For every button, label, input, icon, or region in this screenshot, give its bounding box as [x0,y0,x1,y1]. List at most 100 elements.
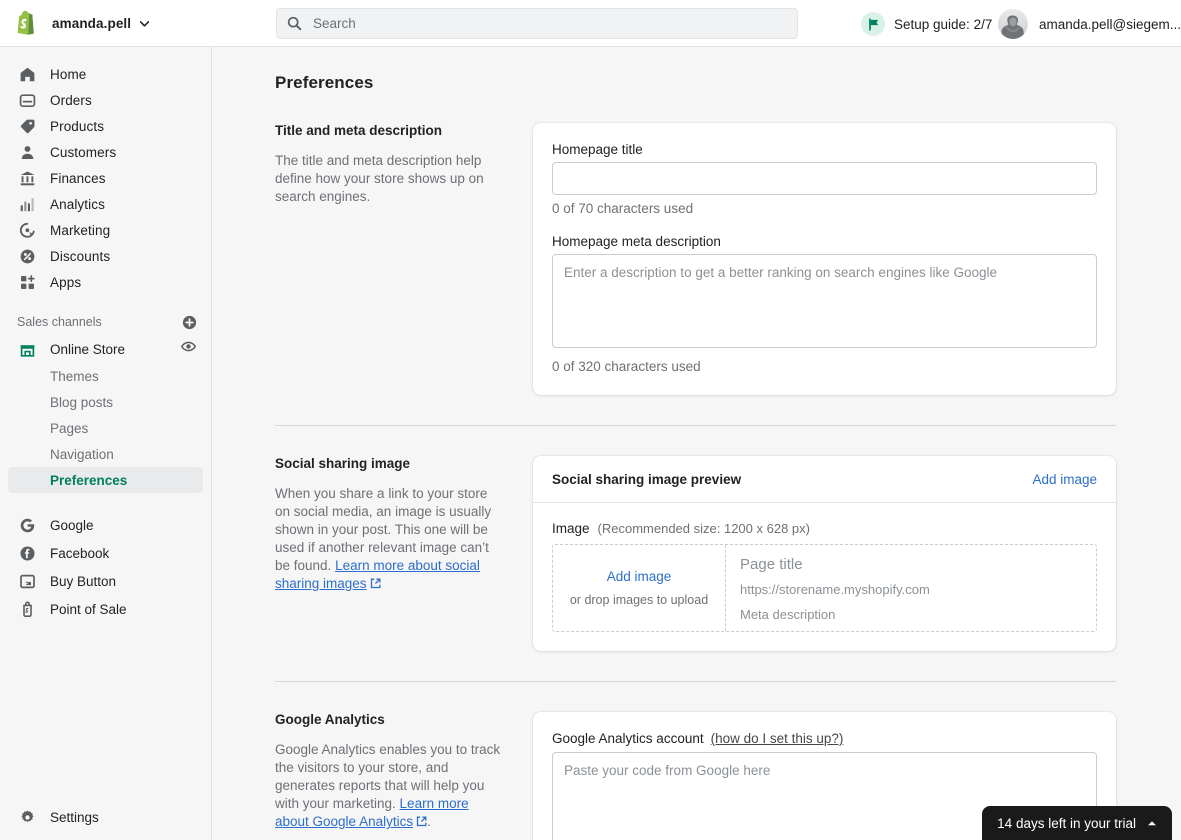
settings-label: Settings [50,809,99,825]
section-description: The title and meta description help defi… [275,153,484,204]
setup-guide-button[interactable]: Setup guide: 2/7 [853,9,1000,39]
customer-person-icon [17,142,37,162]
external-link-icon [370,576,381,594]
image-label-row: Image (Recommended size: 1200 x 628 px) [533,503,1116,544]
homepage-meta-textarea[interactable] [552,254,1097,348]
apps-grid-icon [17,272,37,292]
ga-account-label: Google Analytics account [552,731,704,746]
sidebar-item-label: Home [50,66,87,82]
homepage-title-counter: 0 of 70 characters used [552,201,694,216]
analytics-bars-icon [17,194,37,214]
shopify-bag-logo [13,9,39,37]
image-size-hint: (Recommended size: 1200 x 628 px) [597,521,810,536]
social-preview-box: Add image or drop images to upload Page … [552,544,1097,632]
sidebar-item-google[interactable]: Google [8,511,203,539]
gear-icon [17,807,37,827]
title-meta-card: Homepage title 0 of 70 characters used H… [533,123,1116,395]
facebook-f-icon [17,543,37,563]
top-bar: amanda.pell Setup guide: 2/7 [0,0,1181,47]
dropzone-add-image-link[interactable]: Add image [607,569,672,584]
sidebar-item-label: Customers [50,144,117,160]
section-social-text: Social sharing image When you share a li… [275,456,533,651]
homepage-title-label: Homepage title [552,142,643,157]
sidebar-item-finances[interactable]: Finances [8,165,203,191]
user-avatar [998,9,1028,39]
sidebar-item-preferences[interactable]: Preferences [8,467,203,493]
chevron-down-icon [139,14,150,32]
storefront-icon [17,339,37,359]
sidebar-item-label: Products [50,118,105,134]
sidebar-item-navigation[interactable]: Navigation [8,441,203,467]
sales-channels-label: Sales channels [17,315,102,329]
section-heading: Title and meta description [275,123,443,138]
sidebar-item-label: Orders [50,92,92,108]
ga-setup-help-link[interactable]: (how do I set this up?) [711,731,844,746]
store-name: amanda.pell [52,15,132,31]
product-tag-icon [17,116,37,136]
sidebar-item-point-of-sale[interactable]: Point of Sale [8,595,203,623]
page-title: Preferences [275,73,374,92]
shopify-admin-window: amanda.pell Setup guide: 2/7 [0,0,1181,840]
preview-page-title: Page title [740,556,803,573]
sidebar-item-marketing[interactable]: Marketing [8,217,203,243]
search-input[interactable] [311,10,751,37]
sidebar-item-apps[interactable]: Apps [8,269,203,295]
sidebar-item-products[interactable]: Products [8,113,203,139]
trial-banner[interactable]: 14 days left in your trial [982,806,1172,840]
section-description-suffix: . [427,814,431,829]
buy-button-icon [17,571,37,591]
plus-circle-icon[interactable] [182,315,197,330]
add-image-link[interactable]: Add image [1032,472,1097,487]
account-email: amanda.pell@siegem... [1039,16,1181,32]
section-heading: Google Analytics [275,712,385,727]
home-icon [17,64,37,84]
google-left: Google [17,515,94,535]
sidebar-item-blog-posts[interactable]: Blog posts [8,389,203,415]
sidebar-item-discounts[interactable]: Discounts [8,243,203,269]
social-card-header: Social sharing image preview Add image [533,456,1116,503]
sidebar-item-facebook[interactable]: Facebook [8,539,203,567]
global-search[interactable] [276,8,798,39]
sidebar-item-online-store[interactable]: Online Store [8,335,203,363]
google-g-icon [17,515,37,535]
sidebar-item-home[interactable]: Home [8,61,203,87]
sidebar-item-pages[interactable]: Pages [8,415,203,441]
flag-icon [861,12,885,36]
social-card-title: Social sharing image preview [552,472,742,487]
sidebar-item-analytics[interactable]: Analytics [8,191,203,217]
facebook-left: Facebook [17,543,109,563]
preview-url: https://storename.myshopify.com [740,582,930,597]
section-description: When you share a link to your store on s… [275,485,501,594]
online-store-subnav: Themes Blog posts Pages Navigation Prefe… [0,363,211,493]
eye-icon[interactable] [180,339,197,359]
finances-bank-icon [17,168,37,188]
point-of-sale-icon [17,599,37,619]
external-link-icon [416,814,427,832]
sidebar-item-orders[interactable]: Orders [8,87,203,113]
sidebar-item-label: Buy Button [50,573,117,589]
sidebar-item-buy-button[interactable]: Buy Button [8,567,203,595]
online-store-label: Online Store [50,341,126,357]
image-dropzone[interactable]: Add image or drop images to upload [553,545,726,631]
section-heading: Social sharing image [275,456,411,471]
dropzone-hint: or drop images to upload [569,593,709,607]
account-menu[interactable]: amanda.pell@siegem... [998,8,1181,40]
discount-percent-icon [17,246,37,266]
sidebar-item-settings[interactable]: Settings [0,802,212,832]
sidebar-item-label: Finances [50,170,106,186]
sidebar-item-label: Discounts [50,248,111,264]
sidebar: Home Orders Products Customers Finances … [0,47,212,840]
store-switcher[interactable]: amanda.pell [0,9,212,37]
sidebar-item-label: Apps [50,274,82,290]
section-description: Google Analytics enables you to track th… [275,741,501,832]
orders-inbox-icon [17,90,37,110]
homepage-meta-label: Homepage meta description [552,234,721,249]
sidebar-item-label: Point of Sale [50,601,127,617]
sidebar-item-customers[interactable]: Customers [8,139,203,165]
trial-banner-text: 14 days left in your trial [997,815,1136,831]
sidebar-item-label: Facebook [50,545,110,561]
homepage-title-input[interactable] [552,162,1097,195]
section-ga-text: Google Analytics Google Analytics enable… [275,712,533,840]
social-sharing-card: Social sharing image preview Add image I… [533,456,1116,651]
sidebar-item-themes[interactable]: Themes [8,363,203,389]
